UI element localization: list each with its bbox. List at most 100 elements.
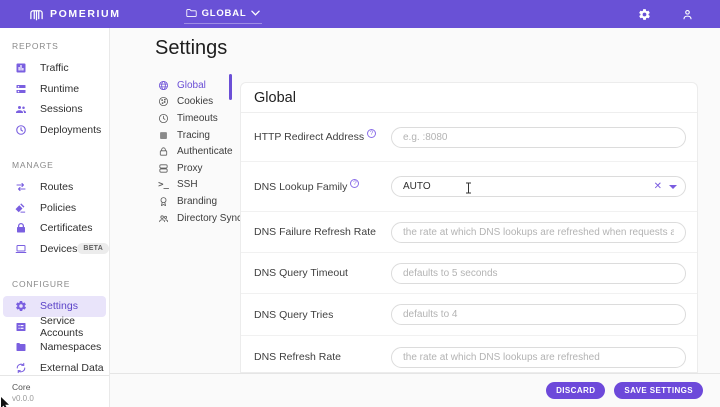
http-redirect-address-input[interactable] — [391, 127, 686, 148]
topbar: POMERIUM GLOBAL — [0, 0, 720, 28]
field-label: DNS Refresh Rate — [241, 351, 378, 363]
brand-name: POMERIUM — [50, 8, 121, 20]
text-cursor-icon — [465, 181, 472, 192]
card-title: Global — [254, 90, 296, 106]
sidebar-item-service-accounts[interactable]: Service Accounts — [3, 317, 106, 338]
chevron-down-icon — [251, 10, 260, 16]
sidebar-item-devices[interactable]: Devices BETA — [3, 239, 106, 260]
dns-failure-refresh-rate-input[interactable] — [391, 222, 686, 243]
sidebar-item-namespaces[interactable]: Namespaces — [3, 337, 106, 358]
settings-gear-icon[interactable] — [638, 8, 651, 21]
sidebar-item-label: External Data — [40, 362, 104, 374]
section-header: CONFIGURE — [0, 273, 109, 296]
form-row-dns-lookup-family: DNS Lookup Family ? ✕ — [241, 162, 697, 212]
discard-button[interactable]: DISCARD — [546, 382, 605, 399]
runtime-server-icon — [15, 83, 27, 95]
sidebar-item-deployments[interactable]: Deployments — [3, 120, 106, 141]
save-settings-button[interactable]: SAVE SETTINGS — [614, 382, 703, 399]
deployments-clock-icon — [15, 124, 27, 136]
action-footer: DISCARD SAVE SETTINGS — [110, 373, 720, 407]
sidebar-section-manage: MANAGE Routes Policies — [0, 154, 109, 259]
sidebar-item-certificates[interactable]: Certificates — [3, 218, 106, 239]
field-label: DNS Lookup Family ? — [241, 181, 378, 193]
subnav-item-label: Tracing — [177, 130, 210, 141]
section-header: MANAGE — [0, 154, 109, 177]
form-row-dns-query-timeout: DNS Query Timeout — [241, 253, 697, 294]
subnav-item-label: Cookies — [177, 96, 213, 107]
select-caret-icon[interactable] — [669, 185, 677, 189]
beta-badge: BETA — [77, 243, 109, 254]
field-label: HTTP Redirect Address ? — [241, 131, 378, 143]
policies-gavel-icon — [15, 202, 27, 214]
form-row-dns-refresh-rate: DNS Refresh Rate — [241, 336, 697, 373]
user-account-icon[interactable] — [681, 8, 694, 21]
field-label: DNS Failure Refresh Rate — [241, 226, 378, 238]
form-row-dns-failure-refresh-rate: DNS Failure Refresh Rate — [241, 212, 697, 253]
product-name: Core — [12, 382, 109, 392]
people-outline-icon — [158, 213, 169, 224]
subnav-item-label: SSH — [177, 179, 198, 190]
namespace-label: GLOBAL — [202, 8, 247, 19]
devices-laptop-icon — [15, 243, 27, 255]
dns-query-timeout-input[interactable] — [391, 263, 686, 284]
proxy-stack-icon — [158, 163, 169, 174]
cookie-icon — [158, 96, 169, 107]
tracing-square-icon — [158, 130, 169, 141]
certificates-lock-icon — [15, 222, 27, 234]
sidebar-item-traffic[interactable]: Traffic — [3, 58, 106, 79]
mouse-cursor-icon — [1, 396, 10, 407]
namespaces-folder-icon — [15, 341, 27, 353]
folder-icon — [186, 8, 197, 18]
subnav-item-label: Proxy — [177, 163, 203, 174]
sidebar-item-label: Runtime — [40, 83, 79, 95]
dns-refresh-rate-input[interactable] — [391, 347, 686, 368]
sidebar-item-routes[interactable]: Routes — [3, 177, 106, 198]
terminal-icon: >_ — [158, 179, 169, 190]
sidebar-item-sessions[interactable]: Sessions — [3, 99, 106, 120]
sidebar-item-runtime[interactable]: Runtime — [3, 79, 106, 100]
sidebar-item-label: Policies — [40, 202, 76, 214]
award-icon — [158, 196, 169, 207]
pomerium-logo-icon — [29, 8, 44, 21]
traffic-chart-icon — [15, 62, 27, 74]
dns-lookup-family-select[interactable] — [391, 176, 686, 197]
sidebar-footer: Core v0.0.0 — [0, 375, 109, 407]
external-data-sync-icon — [15, 362, 27, 374]
brand-logo: POMERIUM — [29, 8, 121, 21]
subnav-item-label: Timeouts — [177, 113, 218, 124]
help-icon[interactable]: ? — [367, 129, 376, 138]
lock-icon — [158, 146, 169, 157]
field-label: DNS Query Tries — [241, 309, 378, 321]
sidebar-section-configure: CONFIGURE Settings Service Accounts — [0, 273, 109, 378]
globe-icon — [158, 80, 169, 91]
product-version: v0.0.0 — [12, 394, 109, 403]
settings-gear-icon — [15, 300, 27, 312]
namespace-select[interactable]: GLOBAL — [184, 5, 263, 24]
sidebar-item-label: Certificates — [40, 222, 93, 234]
clear-value-icon[interactable]: ✕ — [654, 182, 662, 192]
clock-icon — [158, 113, 169, 124]
service-accounts-list-icon — [15, 321, 27, 333]
subnav-item-label: Branding — [177, 196, 217, 207]
sidebar-item-label: Sessions — [40, 103, 83, 115]
sidebar-item-label: Deployments — [40, 124, 101, 136]
sessions-people-icon — [15, 103, 27, 115]
field-label: DNS Query Timeout — [241, 267, 378, 279]
dns-query-tries-input[interactable] — [391, 304, 686, 325]
form-row-http-redirect-address: HTTP Redirect Address ? — [241, 113, 697, 162]
help-icon[interactable]: ? — [350, 179, 359, 188]
subnav-item-label: Directory Sync — [177, 213, 242, 224]
sidebar-section-reports: REPORTS Traffic Runtime — [0, 35, 109, 140]
topbar-actions — [638, 8, 694, 21]
sidebar-item-label: Service Accounts — [40, 315, 106, 339]
sidebar-item-settings[interactable]: Settings — [3, 296, 106, 317]
sidebar-item-policies[interactable]: Policies — [3, 198, 106, 219]
sidebar-item-label: Routes — [40, 181, 73, 193]
subnav-selected-indicator — [229, 74, 232, 100]
sidebar-item-label: Namespaces — [40, 341, 101, 353]
sidebar-item-label: Traffic — [40, 62, 69, 74]
routes-arrows-icon — [15, 181, 27, 193]
global-settings-card: Global HTTP Redirect Address ? DNS Looku… — [240, 82, 698, 373]
main-content: Settings Global Cookies Timeouts — [110, 28, 720, 407]
sidebar: REPORTS Traffic Runtime — [0, 28, 110, 407]
